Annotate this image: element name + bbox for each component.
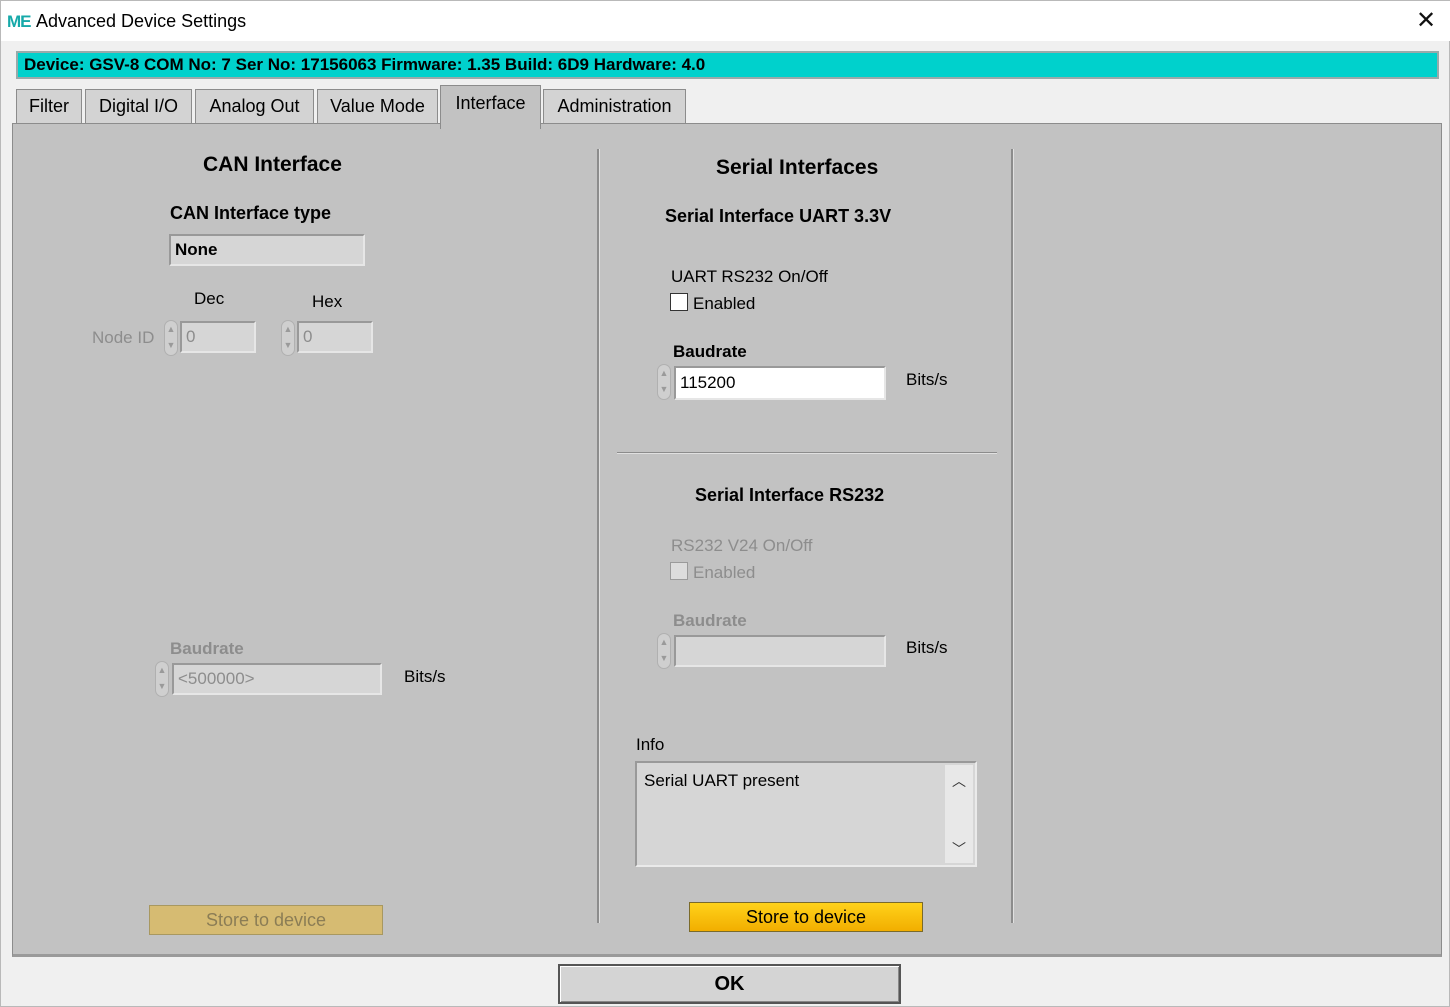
chevron-up-icon[interactable]: ︿ bbox=[949, 771, 969, 791]
chevron-down-icon[interactable]: ﹀ bbox=[949, 839, 969, 859]
window-title: Advanced Device Settings bbox=[36, 11, 247, 31]
uart-enabled-label: Enabled bbox=[693, 294, 756, 313]
node-id-hex-spinner[interactable]: ▲ ▼ bbox=[281, 320, 295, 356]
tab-label: Digital I/O bbox=[98, 96, 179, 116]
uart-baudrate-input[interactable]: 115200 bbox=[674, 366, 886, 400]
info-label: Info bbox=[636, 735, 665, 754]
serial-interfaces-title: Serial Interfaces bbox=[716, 156, 879, 179]
node-id-label: Node ID bbox=[92, 328, 155, 347]
tab-administration[interactable]: Administration bbox=[543, 89, 686, 123]
can-baudrate-label: Baudrate bbox=[170, 639, 244, 658]
rs232-baudrate-spinner[interactable]: ▲ ▼ bbox=[657, 633, 671, 669]
tab-label: Filter bbox=[29, 96, 69, 116]
close-icon[interactable]: ✕ bbox=[1411, 6, 1441, 36]
rs232-enabled-checkbox[interactable] bbox=[670, 562, 688, 580]
serial-store-to-device-button[interactable]: Store to device bbox=[689, 902, 923, 932]
tab-analog-out[interactable]: Analog Out bbox=[195, 89, 314, 123]
tab-filter[interactable]: Filter bbox=[16, 89, 82, 123]
title-bar: ME Advanced Device Settings ✕ bbox=[1, 1, 1450, 41]
rs232-onoff-label: RS232 V24 On/Off bbox=[671, 536, 813, 555]
node-id-dec-spinner[interactable]: ▲ ▼ bbox=[164, 320, 178, 356]
uart-baudrate-label: Baudrate bbox=[673, 342, 747, 361]
advanced-device-settings-window: ME Advanced Device Settings ✕ Device: GS… bbox=[0, 0, 1450, 1007]
device-info-bar: Device: GSV-8 COM No: 7 Ser No: 17156063… bbox=[16, 51, 1439, 79]
serial-rs232-title: Serial Interface RS232 bbox=[695, 485, 885, 505]
ok-button[interactable]: OK bbox=[558, 964, 901, 1004]
uart-enabled-checkbox[interactable] bbox=[670, 293, 688, 311]
tab-label: Interface bbox=[455, 93, 526, 113]
uart-onoff-label: UART RS232 On/Off bbox=[671, 267, 828, 286]
tab-label: Value Mode bbox=[330, 96, 425, 116]
uart-baudrate-unit: Bits/s bbox=[906, 370, 948, 389]
node-id-hex-input[interactable]: 0 bbox=[297, 321, 373, 353]
uart-baudrate-spinner[interactable]: ▲ ▼ bbox=[657, 364, 671, 400]
info-scrollbar[interactable]: ︿ ﹀ bbox=[945, 765, 973, 863]
tab-label: Analog Out bbox=[209, 96, 300, 116]
rs232-baudrate-input[interactable] bbox=[674, 635, 886, 667]
rs232-baudrate-unit: Bits/s bbox=[906, 638, 948, 657]
column-divider bbox=[1011, 149, 1014, 923]
rs232-baudrate-label: Baudrate bbox=[673, 611, 747, 630]
device-info-text: Device: GSV-8 COM No: 7 Ser No: 17156063… bbox=[24, 55, 706, 74]
rs232-enabled-label: Enabled bbox=[693, 563, 756, 582]
can-interface-type-select[interactable]: None bbox=[169, 234, 365, 266]
can-baudrate-spinner[interactable]: ▲ ▼ bbox=[155, 661, 169, 697]
tab-interface[interactable]: Interface bbox=[440, 85, 541, 129]
section-divider bbox=[617, 452, 997, 454]
tab-label: Administration bbox=[557, 96, 672, 116]
info-text: Serial UART present bbox=[644, 771, 800, 790]
column-divider bbox=[597, 149, 600, 923]
dec-label: Dec bbox=[194, 289, 225, 308]
can-baudrate-input[interactable]: <500000> bbox=[172, 663, 382, 695]
hex-label: Hex bbox=[312, 292, 343, 311]
tab-value-mode[interactable]: Value Mode bbox=[317, 89, 438, 123]
tab-digital-io[interactable]: Digital I/O bbox=[85, 89, 192, 123]
can-store-to-device-button[interactable]: Store to device bbox=[149, 905, 383, 935]
can-interface-type-label: CAN Interface type bbox=[170, 203, 332, 223]
can-interface-title: CAN Interface bbox=[203, 153, 342, 176]
can-baudrate-unit: Bits/s bbox=[404, 667, 446, 686]
node-id-dec-input[interactable]: 0 bbox=[180, 321, 256, 353]
serial-uart-title: Serial Interface UART 3.3V bbox=[665, 206, 892, 226]
app-logo-icon: ME bbox=[7, 12, 31, 31]
info-textarea[interactable]: Serial UART present ︿ ﹀ bbox=[635, 761, 977, 867]
